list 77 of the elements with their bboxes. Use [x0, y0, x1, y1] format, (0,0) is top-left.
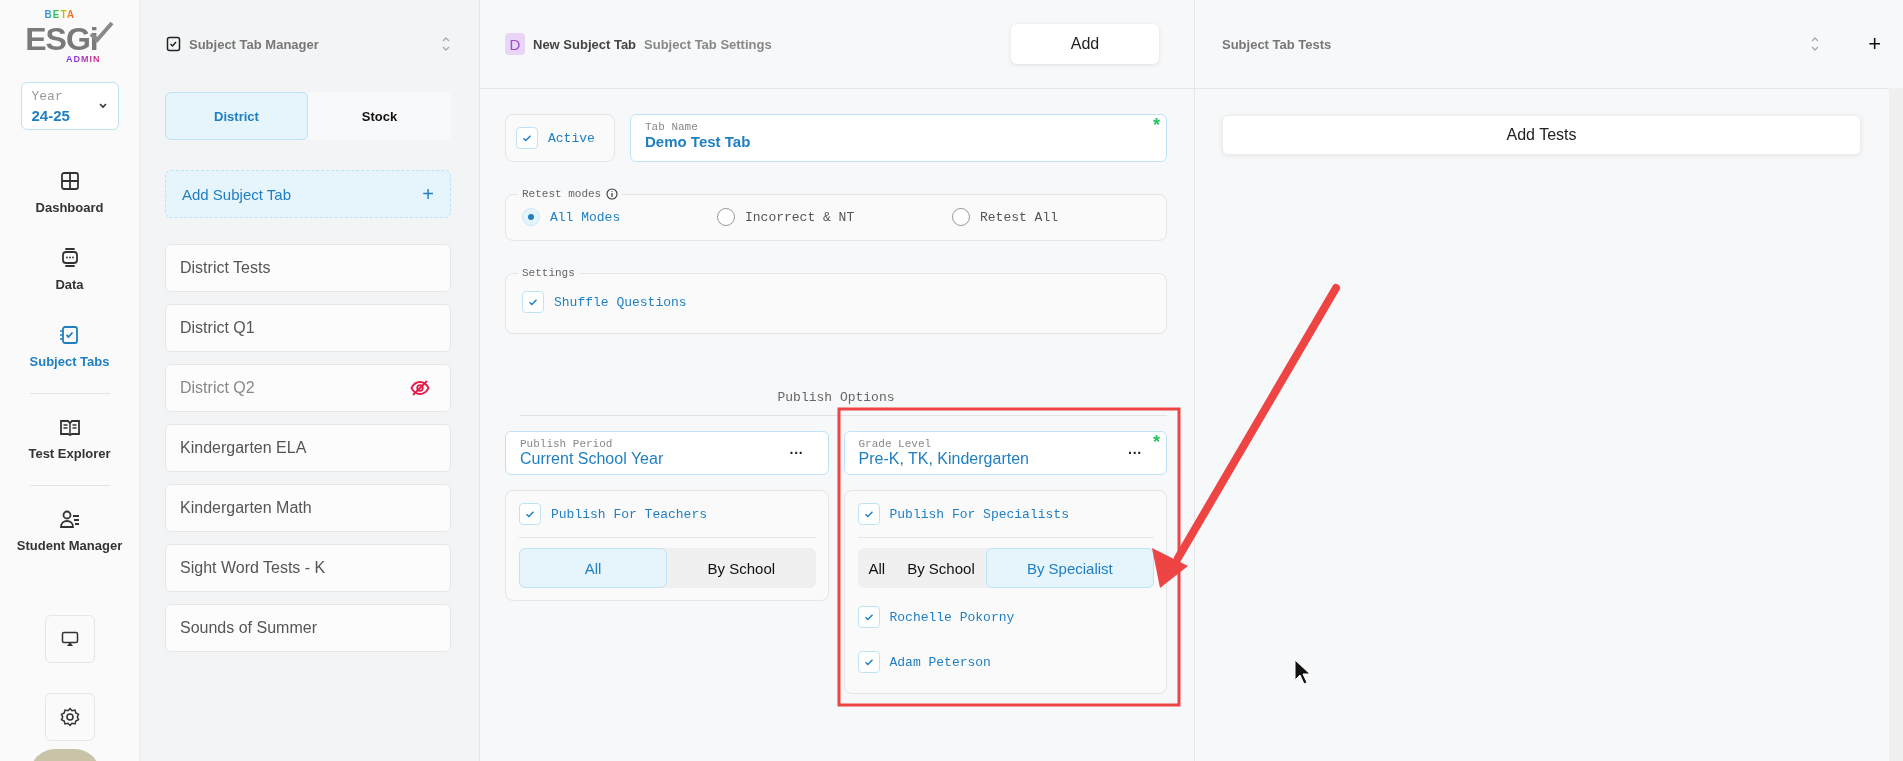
settings-button[interactable]	[44, 693, 95, 741]
radio-option[interactable]: Retest All	[952, 208, 1150, 226]
eye-slash-icon	[410, 379, 430, 397]
more-icon[interactable]: ···	[1128, 445, 1142, 461]
subject-tab-item[interactable]: District Tests	[165, 244, 451, 292]
nav-icon	[58, 170, 81, 192]
dropdown-field[interactable]: Publish Period Current School Year ···	[505, 431, 829, 475]
add-button[interactable]: Add	[1011, 24, 1159, 64]
segment-button[interactable]: By School	[896, 548, 986, 588]
checkbox-label: Rochelle Pokorny	[889, 609, 1015, 625]
group-label: Settings	[522, 267, 575, 279]
sort-icon[interactable]	[441, 36, 451, 52]
checkbox[interactable]	[857, 651, 880, 673]
admin-label: ADMIN	[66, 54, 101, 64]
checkbox[interactable]	[516, 127, 538, 149]
tab-badge: D	[505, 33, 525, 55]
required-mark: *	[1153, 116, 1160, 134]
add-subject-tab-button[interactable]: Add Subject Tab +	[165, 170, 451, 218]
radio-option[interactable]: All Modes	[522, 208, 717, 226]
segment-button[interactable]: By School	[667, 548, 816, 588]
cast-button[interactable]	[44, 615, 95, 663]
segment-button[interactable]: By Specialist	[985, 548, 1154, 588]
panel-subtitle: Subject Tab Settings	[644, 36, 773, 52]
field-value: Current School Year	[520, 450, 665, 468]
radio-button[interactable]	[952, 208, 970, 226]
nav-icon	[58, 324, 81, 346]
nav-icon	[58, 508, 81, 530]
field-label: Publish Period	[520, 438, 614, 450]
checkbox[interactable]	[522, 291, 544, 313]
cursor-icon	[1294, 659, 1311, 685]
year-dropdown[interactable]: Year 24-25	[20, 82, 119, 130]
subject-tab-item[interactable]: Kindergarten ELA	[165, 424, 451, 472]
more-icon[interactable]: ···	[789, 445, 804, 461]
checkbox-label: Publish For Specialists	[889, 506, 1069, 522]
field-value: Pre-K, TK, Kindergarten	[858, 450, 1030, 468]
subject-tab-item[interactable]: Sight Word Tests - K	[165, 544, 451, 592]
settings-icon	[59, 707, 80, 727]
nav-item[interactable]: Data	[55, 237, 84, 302]
dropdown-field[interactable]: Grade Level Pre-K, TK, Kindergarten ··· *	[843, 431, 1167, 475]
add-tests-button[interactable]: Add Tests	[1222, 115, 1861, 155]
subject-tab-item[interactable]: District Q2	[165, 364, 451, 412]
nav-item[interactable]: Test Explorer	[28, 406, 111, 471]
checkbox-label: Publish For Teachers	[551, 506, 708, 522]
section-title: Publish Options	[776, 390, 896, 405]
info-icon[interactable]	[606, 188, 619, 200]
segment-button[interactable]: All	[519, 548, 668, 588]
tab[interactable]: District	[165, 92, 308, 140]
radio-option[interactable]: Incorrect & NT	[717, 208, 952, 226]
panel-title: Subject Tab Tests	[1222, 36, 1333, 52]
logo-wordmark: ESGi	[25, 24, 98, 54]
tab[interactable]: Stock	[308, 92, 451, 140]
sort-icon[interactable]	[1810, 36, 1821, 52]
caret-icon	[97, 102, 108, 110]
checkbox-label: Active	[548, 130, 595, 146]
checkbox[interactable]	[519, 503, 541, 525]
panel-title: New Subject Tab	[533, 36, 637, 52]
nav-item[interactable]: Student Manager	[16, 498, 123, 563]
nav-item[interactable]: Dashboard	[35, 160, 104, 225]
plus-icon: +	[422, 182, 434, 206]
subject-tab-item[interactable]: Sounds of Summer	[165, 604, 451, 652]
radio-button[interactable]	[717, 208, 735, 226]
nav-item[interactable]: Subject Tabs	[29, 314, 110, 379]
checkbox[interactable]	[857, 606, 880, 628]
required-mark: *	[1153, 433, 1160, 451]
tab-name-field[interactable]: Tab Name Demo Test Tab *	[630, 114, 1167, 162]
field-label: Grade Level	[858, 438, 933, 450]
checkbox-label: Adam Peterson	[889, 654, 991, 670]
screen-icon	[60, 631, 79, 647]
checklist-icon	[165, 36, 181, 52]
beta-label: BETA	[44, 10, 75, 20]
panel-title: Subject Tab Manager	[189, 36, 320, 52]
checkbox[interactable]	[857, 503, 880, 525]
group-label: Retest modes	[522, 188, 602, 200]
checkbox-label: Shuffle Questions	[554, 294, 687, 310]
subject-tab-item[interactable]: District Q1	[165, 304, 451, 352]
segment-button[interactable]: All	[857, 548, 897, 588]
subject-tab-item[interactable]: Kindergarten Math	[165, 484, 451, 532]
